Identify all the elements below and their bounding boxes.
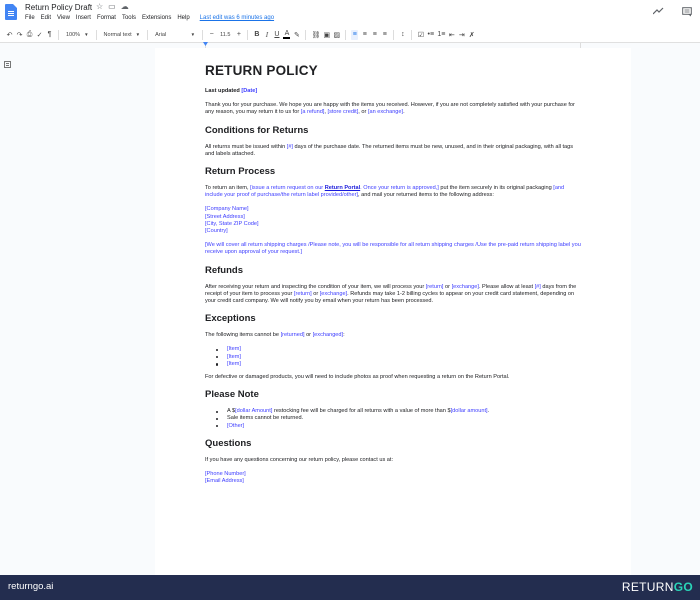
damaged-products-note: For defective or damaged products, you w… — [205, 374, 510, 381]
return-portal-link[interactable]: Return Portal — [325, 185, 360, 191]
italic-button[interactable]: I — [263, 30, 270, 40]
clear-formatting-icon[interactable]: ✗ — [468, 30, 475, 40]
align-left-icon[interactable]: ≡ — [351, 29, 359, 40]
chevron-down-icon: ▼ — [135, 32, 141, 37]
contact-info: [Phone Number] [Email Address] — [205, 471, 581, 485]
refunds-paragraph: After receiving your return and inspecti… — [205, 283, 577, 305]
exceptions-paragraph: The following items cannot be [returned]… — [205, 332, 345, 339]
document-page[interactable]: RETURN POLICY Last updated [Date] Thank … — [155, 48, 631, 575]
list-item: [Item] — [215, 361, 581, 368]
email-placeholder: [Email Address] — [205, 478, 244, 485]
please-note-heading: Please Note — [205, 389, 259, 401]
list-item: Sale items cannot be returned. — [215, 415, 581, 422]
style-select[interactable]: Normal text ▼ — [102, 32, 143, 38]
page-title: RETURN POLICY — [205, 63, 318, 78]
please-note-list: A $[dollar Amount] restocking fee will b… — [215, 408, 581, 430]
menu-help[interactable]: Help — [177, 15, 189, 21]
undo-icon[interactable]: ↶ — [6, 30, 13, 40]
returngo-logo: RETURNGO — [621, 580, 693, 594]
list-item: A $[dollar Amount] restocking fee will b… — [215, 408, 581, 415]
footer-site: returngo.ai — [8, 581, 54, 592]
increase-indent-icon[interactable]: ⇥ — [458, 30, 465, 40]
phone-placeholder: [Phone Number] — [205, 471, 246, 478]
menu-view[interactable]: View — [57, 15, 70, 21]
print-icon[interactable]: ⎙ — [26, 30, 33, 40]
image-insert-icon[interactable]: ▨ — [333, 30, 341, 40]
menu-insert[interactable]: Insert — [76, 15, 91, 21]
chevron-down-icon: ▼ — [190, 32, 196, 37]
list-item: [Item] — [215, 354, 581, 361]
font-size-increase-icon[interactable]: + — [235, 30, 242, 40]
comments-icon[interactable] — [682, 7, 692, 20]
exceptions-heading: Exceptions — [205, 313, 256, 325]
questions-paragraph: If you have any questions concerning our… — [205, 456, 394, 463]
questions-heading: Questions — [205, 437, 252, 449]
decrease-indent-icon[interactable]: ⇤ — [448, 30, 455, 40]
highlight-icon[interactable]: ✎ — [293, 30, 300, 40]
menu-tools[interactable]: Tools — [122, 15, 136, 21]
docs-logo-icon[interactable] — [5, 4, 17, 20]
cloud-status-icon[interactable]: ☁ — [121, 2, 129, 11]
numbered-list-icon[interactable]: 1≡ — [437, 30, 445, 40]
menu-format[interactable]: Format — [97, 15, 116, 21]
align-justify-icon[interactable]: ≡ — [381, 30, 388, 40]
text-color-button[interactable]: A — [283, 30, 291, 39]
list-item: [Item] — [215, 346, 581, 353]
title-bar: Return Policy Draft ☆ ▭ ☁ File Edit View… — [0, 0, 700, 27]
return-process-heading: Return Process — [205, 166, 276, 178]
exceptions-list: [Item] [Item] [Item] — [215, 346, 581, 368]
refunds-heading: Refunds — [205, 264, 243, 276]
bulleted-list-icon[interactable]: •≡ — [427, 30, 435, 40]
activity-trend-icon[interactable] — [652, 7, 664, 20]
font-size-input[interactable]: 11.5 — [218, 32, 232, 38]
checklist-icon[interactable]: ☑ — [417, 30, 424, 40]
shipping-note: [We will cover all return shipping charg… — [205, 242, 581, 256]
return-process-paragraph: To return an item, [issue a return reque… — [205, 185, 565, 199]
font-size-decrease-icon[interactable]: − — [208, 30, 215, 40]
menu-extensions[interactable]: Extensions — [142, 15, 171, 21]
return-address: [Company Name] [Street Address] [City, S… — [205, 206, 259, 235]
last-edit-link[interactable]: Last edit was 6 minutes ago — [200, 15, 274, 21]
menu-file[interactable]: File — [25, 15, 35, 21]
spellcheck-icon[interactable]: ✓ — [36, 30, 43, 40]
document-outline-icon[interactable] — [4, 61, 11, 68]
align-right-icon[interactable]: ≡ — [371, 30, 378, 40]
conditions-heading: Conditions for Returns — [205, 124, 309, 136]
document-title[interactable]: Return Policy Draft — [25, 3, 92, 12]
font-select[interactable]: Arial ▼ — [153, 32, 197, 38]
formatting-toolbar: ↶ ↷ ⎙ ✓ ¶ 100% ▼ Normal text ▼ Arial ▼ − 11… — [0, 27, 700, 43]
chevron-down-icon: ▼ — [84, 32, 89, 37]
document-body[interactable]: RETURN POLICY Last updated [Date] Thank … — [205, 63, 581, 485]
link-icon[interactable]: ⛓ — [311, 30, 320, 40]
footer-banner: returngo.ai RETURNGO — [0, 575, 700, 600]
bold-button[interactable]: B — [253, 30, 260, 40]
move-folder-icon[interactable]: ▭ — [108, 2, 116, 11]
line-spacing-icon[interactable]: ↕ — [399, 30, 406, 40]
menu-bar: File Edit View Insert Format Tools Exten… — [25, 15, 274, 21]
underline-button[interactable]: U — [273, 30, 280, 40]
align-center-icon[interactable]: ≡ — [361, 30, 368, 40]
zoom-select[interactable]: 100% ▼ — [64, 32, 91, 38]
conditions-paragraph: All returns must be issued within [#] da… — [205, 143, 574, 157]
intro-paragraph: Thank you for your purchase. We hope you… — [205, 102, 575, 116]
last-updated: Last updated [Date] — [205, 88, 258, 94]
redo-icon[interactable]: ↷ — [16, 30, 23, 40]
comment-add-icon[interactable]: ▣ — [323, 30, 331, 40]
list-item: [Other] — [215, 423, 581, 430]
paint-format-icon[interactable]: ¶ — [46, 30, 53, 40]
star-icon[interactable]: ☆ — [96, 2, 103, 11]
menu-edit[interactable]: Edit — [41, 15, 51, 21]
